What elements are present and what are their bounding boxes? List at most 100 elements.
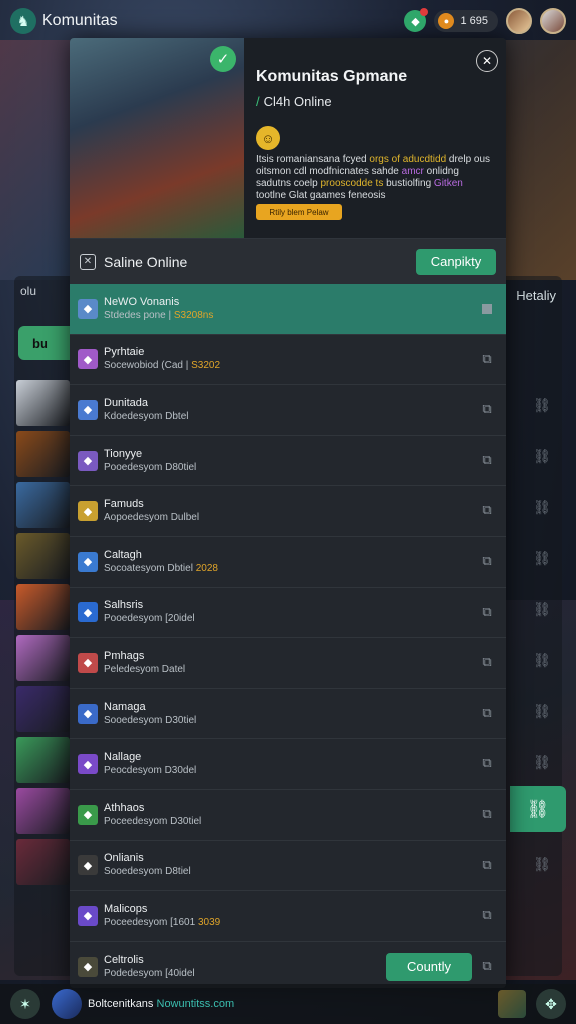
list-item[interactable]: ◆ Famuds Aopoedesyom Dulbel ⧉: [70, 486, 506, 537]
list-item[interactable]: ◆ Malicops Poceedesyom [1601 3039 ⧉: [70, 891, 506, 942]
link-icon[interactable]: ⧉: [480, 401, 494, 416]
game-icon: ◆: [78, 855, 98, 876]
settings-icon[interactable]: ✶: [10, 989, 40, 1019]
online-text: Cl4h Online: [263, 94, 332, 109]
list-item-value: 3039: [197, 916, 221, 928]
list-item-text: NeWO Vonanis Stdedes pone | S3208ns: [104, 296, 213, 322]
link-icon[interactable]: ⧉: [480, 452, 494, 467]
background-thumbnail: [16, 584, 70, 630]
link-icon[interactable]: ⧉: [480, 604, 494, 619]
game-icon: ◆: [78, 450, 98, 471]
link-icon[interactable]: ⧉: [480, 553, 494, 568]
list-item-subtitle-text: Peocdesyom D30del: [104, 765, 197, 777]
user-avatar[interactable]: [52, 989, 82, 1019]
list-item[interactable]: ◆ Athhaos Poceedesyom D30tiel ⧉: [70, 790, 506, 841]
list-item-subtitle: Socewobiod (Cad | S3202: [104, 359, 220, 372]
list-item-value: 2028: [195, 562, 218, 574]
link-icon[interactable]: [482, 304, 492, 314]
link-icon[interactable]: ⧉: [480, 502, 494, 517]
section-header: ✕ Saline Online Canpikty: [70, 238, 506, 284]
list-item[interactable]: ◆ Pyrhtaie Socewobiod (Cad | S3202 ⧉: [70, 335, 506, 386]
bottom-label-text: Boltcenitkans: [88, 998, 154, 1010]
list-item-text: Namaga Sooedesyom D30tiel: [104, 701, 196, 727]
link-icon[interactable]: ⧉: [480, 351, 494, 366]
list-item-text: Famuds Aopoedesyom Dulbel: [104, 498, 199, 524]
link-icon[interactable]: ⧉: [480, 857, 494, 872]
list-item-name: Onlianis: [104, 852, 144, 865]
game-icon: ◆: [78, 703, 98, 724]
coin-counter[interactable]: ● 1 695: [434, 10, 498, 32]
link-icon: ⛓: [533, 601, 551, 617]
avatar[interactable]: [506, 8, 532, 34]
list-item[interactable]: ◆ Tionyye Pooedesyom D80tiel ⧉: [70, 436, 506, 487]
list-item[interactable]: ◆ Namaga Sooedesyom D30tiel ⧉: [70, 689, 506, 740]
list-item-subtitle-text: Sooedesyom D30tiel: [104, 714, 197, 726]
app-logo-icon[interactable]: ♞: [10, 8, 36, 34]
bottom-bar: ✶ Boltcenitkans Nowuntitss.com ✥: [0, 984, 576, 1024]
country-button[interactable]: Countly: [386, 952, 472, 981]
link-icon[interactable]: ⧉: [480, 755, 494, 770]
list-item-name: Pyrhtaie: [104, 346, 145, 359]
list-item-value: S3208ns: [173, 309, 214, 321]
link-icon: ⛓: [533, 652, 551, 668]
list-item-subtitle-text: Peledesyom Datel: [104, 663, 186, 675]
bottom-label-link[interactable]: Nowuntitss.com: [157, 998, 235, 1010]
list-item-text: Tionyye Pooedesyom D80tiel: [104, 448, 196, 474]
hero-description: Itsis romaniansana fcyed orgs of aducdti…: [256, 154, 492, 202]
link-icon: ⛓: [533, 448, 551, 464]
link-icon[interactable]: ⧉: [480, 705, 494, 720]
list-item-name: Malicops: [104, 902, 148, 915]
list-item-name: Dunitada: [104, 396, 149, 409]
puzzle-icon[interactable]: ✥: [536, 989, 566, 1019]
bottom-label: Boltcenitkans Nowuntitss.com: [88, 998, 234, 1010]
modal-title: Komunitas Gpmane: [256, 68, 408, 85]
community-modal: ✓ ✕ Komunitas Gpmane / Cl4h Online ☺ Itsi…: [70, 38, 506, 988]
list-item-subtitle-text: Pooedesyom [20idel: [104, 613, 195, 625]
game-icon: ◆: [78, 905, 98, 926]
list-item[interactable]: ◆ Dunitada Kdoedesyom Dbtel ⧉: [70, 385, 506, 436]
list-item[interactable]: ◆ Pmhags Peledesyom Datel ⧉: [70, 638, 506, 689]
list-item-text: Celtrolis Podedesyom [40idel: [104, 954, 195, 980]
list-item[interactable]: ◆ Onlianis Sooedesyom D8tiel ⧉: [70, 841, 506, 892]
background-thumbnail: [16, 431, 70, 477]
online-count: / Cl4h Online: [256, 94, 332, 109]
section-button[interactable]: Canpikty: [416, 248, 496, 275]
game-icon: ◆: [78, 602, 98, 623]
profile-avatar[interactable]: [540, 8, 566, 34]
link-icon[interactable]: ⧉: [480, 907, 494, 922]
list-item-text: Nallage Peocdesyom D30del: [104, 751, 196, 777]
list-item-name: Tionyye: [104, 447, 143, 460]
link-button[interactable]: ⛓: [510, 786, 566, 832]
list-item[interactable]: ◆ Caltagh Socoatesyom Dbtiel 2028 ⧉: [70, 537, 506, 588]
list-item[interactable]: ◆ Celtrolis Podedesyom [40idel ⧉ Countly: [70, 942, 506, 988]
bottom-right-group: ✥: [498, 989, 566, 1019]
link-icon[interactable]: ⧉: [480, 958, 494, 973]
friend-avatar[interactable]: [498, 990, 526, 1018]
background-left-label: olu: [20, 284, 37, 298]
link-icon: ⛓: [533, 754, 551, 770]
gem-icon[interactable]: ◆: [404, 8, 429, 32]
background-thumbnail: [16, 737, 70, 783]
list-item[interactable]: ◆ Salhsris Pooedesyom [20idel ⧉: [70, 588, 506, 639]
background-thumbnail-list: [16, 380, 70, 890]
list-item[interactable]: ◆ Nallage Peocdesyom D30del ⧉: [70, 739, 506, 790]
background-thumbnail: [16, 839, 70, 885]
coin-icon: ●: [438, 13, 455, 29]
background-thumbnail: [16, 533, 70, 579]
list-item-subtitle-text: Stdedes pone |: [104, 309, 172, 321]
close-icon[interactable]: ✕: [476, 50, 498, 72]
background-left-button[interactable]: bu: [18, 326, 78, 360]
link-icon: ⛓: [533, 703, 551, 719]
coin-count: 1 695: [460, 15, 488, 27]
game-icon: ◆: [78, 298, 98, 319]
list-item-name: Famuds: [104, 498, 144, 511]
list-item[interactable]: ◆ NeWO Vonanis Stdedes pone | S3208ns: [70, 284, 506, 335]
list-item-text: Malicops Poceedesyom [1601 3039: [104, 903, 220, 929]
link-icon[interactable]: ⧉: [480, 806, 494, 821]
hero-action-button[interactable]: Rtily blem Pelaw: [256, 204, 342, 220]
link-icon[interactable]: ⧉: [480, 654, 494, 669]
list-item-subtitle: Socoatesyom Dbtiel 2028: [104, 562, 218, 575]
list-item-subtitle-text: Pooedesyom D80tiel: [104, 461, 197, 473]
list-item-subtitle-text: Poceedesyom [1601: [104, 916, 196, 928]
desc-part: bustiolfing: [386, 178, 432, 189]
